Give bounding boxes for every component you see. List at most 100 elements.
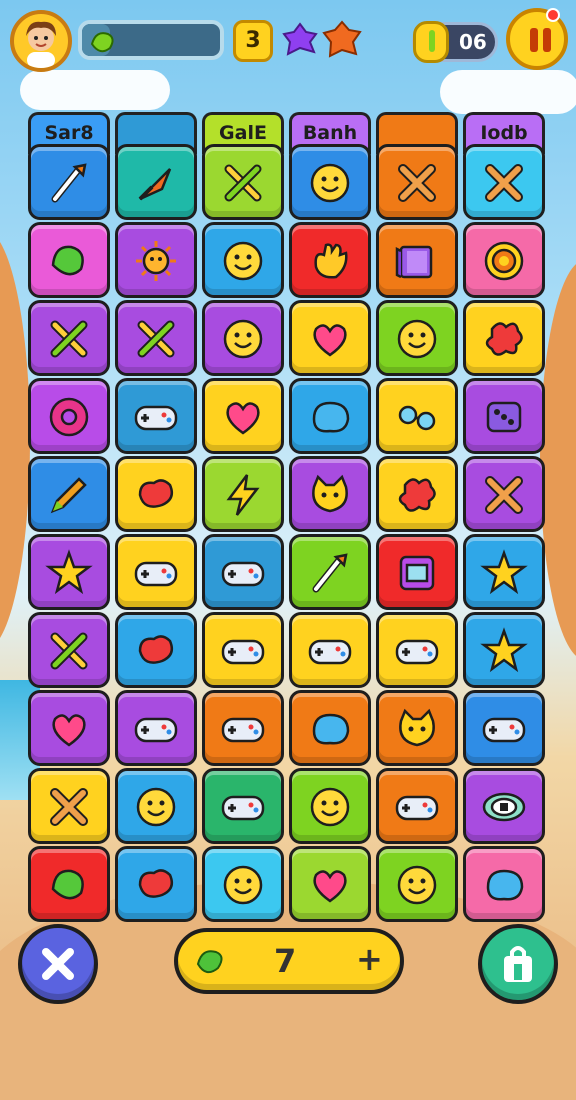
board-tile[interactable] [289,690,371,766]
board-tile[interactable] [289,612,371,688]
board-tile[interactable] [28,144,110,220]
board-tile[interactable] [376,144,458,220]
board-tile[interactable] [28,456,110,532]
star-icon [480,627,528,673]
board-tile[interactable] [463,534,545,610]
board-tile[interactable] [28,534,110,610]
board-tile[interactable] [463,222,545,298]
shopping-bag-icon [504,946,532,982]
crossed-sticks-icon [224,164,262,202]
board-tile[interactable] [463,768,545,844]
game-board: Sar8 GalE Banh Iodb [28,112,550,922]
board-tile[interactable] [289,768,371,844]
coin-count: 06 [459,30,487,54]
blob-icon [486,869,524,901]
board-tile[interactable] [202,690,284,766]
board-tile[interactable] [463,690,545,766]
gamepad-icon [221,639,265,665]
board-tile[interactable] [376,690,458,766]
donut-icon [49,397,89,437]
close-button[interactable] [18,924,98,1004]
bean-icon [138,635,173,664]
pause-icon [530,28,538,52]
board-tile[interactable] [28,846,110,922]
board-tile[interactable] [202,846,284,922]
board-tile[interactable] [115,456,197,532]
board-tile[interactable] [463,300,545,376]
board-tile[interactable] [376,456,458,532]
book-icon [395,245,433,279]
smiley-icon [310,787,350,827]
smiley-icon [310,163,350,203]
board-tile[interactable] [115,612,197,688]
target-icon [484,241,524,281]
board-tile[interactable] [463,612,545,688]
lightning-icon [226,474,260,516]
smiley-icon [397,865,437,905]
board-tile[interactable] [376,222,458,298]
cross-icon [485,164,523,202]
board-tile[interactable] [202,612,284,688]
board-tile[interactable] [28,222,110,298]
board-tile[interactable] [289,222,371,298]
cross-icon [50,788,88,826]
board-tile[interactable] [376,300,458,376]
sun-icon [136,241,176,281]
glasses-icon [398,405,436,431]
level-progress-bar [78,20,224,60]
board-tile[interactable] [289,456,371,532]
board-tile[interactable] [463,144,545,220]
player-avatar[interactable] [10,10,72,72]
board-tile[interactable] [202,456,284,532]
add-button[interactable]: + [356,940,383,978]
board-tile[interactable] [115,690,197,766]
board-tile[interactable] [28,612,110,688]
gamepad-icon [308,639,352,665]
board-tile[interactable] [202,300,284,376]
board-tile[interactable] [115,144,197,220]
smiley-icon [223,319,263,359]
board-tile[interactable] [115,300,197,376]
coin-bar-icon [413,21,449,63]
board-tile[interactable] [376,378,458,454]
board-tile[interactable] [202,768,284,844]
board-tile[interactable] [28,378,110,454]
board-tile[interactable] [28,768,110,844]
board-tile[interactable] [289,534,371,610]
orange-gem-icon [322,20,362,58]
arrow-icon [138,168,172,201]
board-tile[interactable] [376,534,458,610]
board-tile[interactable] [289,846,371,922]
board-tile[interactable] [463,846,545,922]
board-tile[interactable] [115,378,197,454]
board-tile[interactable] [28,690,110,766]
hand-icon [314,243,348,279]
board-tile[interactable] [202,378,284,454]
board-tile[interactable] [289,378,371,454]
gamepad-icon [221,795,265,821]
board-tile[interactable] [202,144,284,220]
board-tile[interactable] [28,300,110,376]
board-tile[interactable] [376,768,458,844]
board-tile[interactable] [115,534,197,610]
board-tile[interactable] [463,378,545,454]
shop-button[interactable] [478,924,558,1004]
board-tile[interactable] [115,846,197,922]
board-tile[interactable] [376,612,458,688]
smiley-icon [136,787,176,827]
board-tile[interactable] [202,222,284,298]
board-tile[interactable] [115,222,197,298]
cat-icon [312,474,348,513]
board-tile[interactable] [463,456,545,532]
moves-counter[interactable]: 7 + [174,928,404,994]
board-tile[interactable] [202,534,284,610]
crossed-sticks-icon [50,320,88,358]
board-tile[interactable] [376,846,458,922]
crossed-sticks-icon [137,320,175,358]
leaf-icon [51,245,84,276]
board-tile[interactable] [289,300,371,376]
leaf-gem-icon [90,32,114,53]
board-tile[interactable] [115,768,197,844]
heart-icon [52,714,86,747]
board-tile[interactable] [289,144,371,220]
